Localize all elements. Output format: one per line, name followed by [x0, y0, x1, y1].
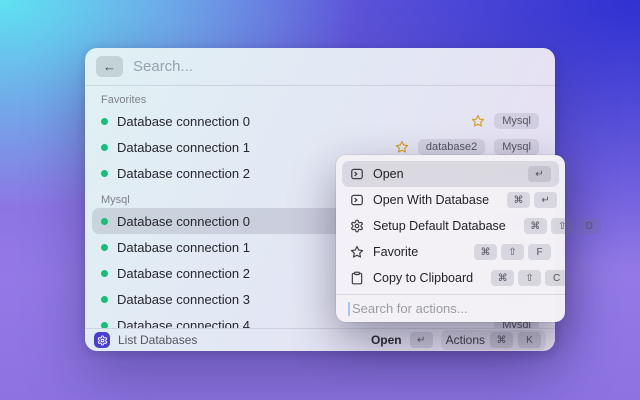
shortcut-key-badge: ↵: [528, 166, 551, 182]
shortcut-key-badge: D: [578, 218, 601, 234]
connection-status-dot: [101, 270, 108, 277]
menu-item-label: Favorite: [373, 245, 418, 259]
k-key-badge: K: [518, 332, 541, 348]
shortcut-key-badge: ⌘: [524, 218, 547, 234]
shortcut-key-badge: C: [545, 270, 568, 286]
connection-title: Database connection 1: [117, 140, 250, 155]
accessory-badge: Mysql: [494, 139, 539, 155]
connection-status-dot: [101, 170, 108, 177]
connection-status-dot: [101, 144, 108, 151]
connection-status-dot: [101, 244, 108, 251]
action-search-placeholder: Search for actions...: [352, 301, 468, 316]
shortcut-key-badge: ⇧: [551, 218, 574, 234]
gear-icon: [97, 335, 108, 346]
action-menu: Open↵Open With Database⌘↵Setup Default D…: [336, 155, 565, 322]
return-key-badge: ↵: [410, 332, 433, 348]
connection-title: Database connection 4: [117, 318, 250, 329]
menu-item[interactable]: Open With Database ⌘↵: [342, 187, 559, 213]
connection-title: Database connection 3: [117, 292, 250, 307]
shortcut-key-badge: ⌘: [491, 270, 514, 286]
menu-item-label: Copy to Clipboard: [373, 271, 473, 285]
shortcut-key-badge: F: [528, 244, 551, 260]
connection-title: Database connection 0: [117, 114, 250, 129]
shortcut-key-badge: ⇧: [518, 270, 541, 286]
connection-title: Database connection 2: [117, 266, 250, 281]
favorite-star-icon: [471, 114, 485, 128]
cmd-key-badge: ⌘: [490, 332, 513, 348]
menu-item[interactable]: Favorite ⌘⇧F: [342, 239, 559, 265]
shortcut-key-badge: ⇧: [501, 244, 524, 260]
terminal-icon: [350, 193, 364, 207]
favorite-star-icon: [395, 140, 409, 154]
connection-title: Database connection 0: [117, 214, 250, 229]
menu-item[interactable]: Copy to Clipboard⌘⇧C: [342, 265, 559, 291]
list-item[interactable]: Database connection 0 Mysql: [92, 108, 548, 134]
connection-title: Database connection 1: [117, 240, 250, 255]
menu-item-label: Open With Database: [373, 193, 489, 207]
connection-title: Database connection 2: [117, 166, 250, 181]
connection-status-dot: [101, 218, 108, 225]
star-icon: [350, 245, 364, 259]
menu-item[interactable]: Setup Default Database⌘⇧D: [342, 213, 559, 239]
search-input[interactable]: Search...: [133, 58, 193, 75]
terminal-icon: [350, 167, 364, 181]
text-cursor: [348, 302, 350, 316]
extension-icon: [94, 332, 110, 348]
clipboard-icon: [350, 271, 364, 285]
section-header-favorites: Favorites: [92, 86, 548, 108]
accessory-badge: database2: [418, 139, 485, 155]
actions-label: Actions: [446, 333, 485, 347]
back-button[interactable]: ←: [96, 56, 123, 77]
menu-item-label: Setup Default Database: [373, 219, 506, 233]
action-search-field[interactable]: Search for actions...: [342, 295, 559, 322]
shortcut-key-badge: ⌘: [507, 192, 530, 208]
command-name: List Databases: [118, 333, 197, 347]
shortcut-key-badge: ↵: [534, 192, 557, 208]
arrow-left-icon: ←: [103, 59, 116, 74]
connection-status-dot: [101, 118, 108, 125]
menu-item-label: Open: [373, 167, 404, 181]
open-action-label[interactable]: Open: [371, 333, 402, 347]
shortcut-key-badge: ⌘: [474, 244, 497, 260]
accessory-badge: Mysql: [494, 113, 539, 129]
connection-status-dot: [101, 296, 108, 303]
gear-icon: [350, 219, 364, 233]
menu-item[interactable]: Open ↵: [342, 161, 559, 187]
search-bar: ← Search...: [85, 48, 555, 85]
actions-button[interactable]: Actions ⌘ K: [441, 330, 546, 350]
status-bar: List Databases Open ↵ Actions ⌘ K: [85, 328, 555, 351]
